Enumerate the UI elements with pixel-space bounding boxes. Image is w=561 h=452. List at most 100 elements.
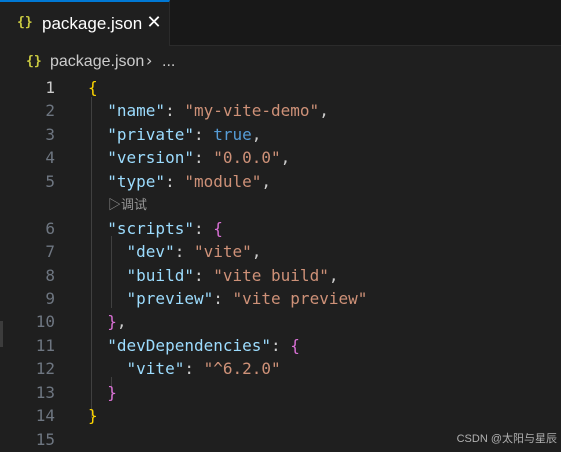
code-token: "preview": [126, 289, 214, 308]
code-token: :: [193, 125, 214, 144]
code-token: {: [213, 219, 223, 238]
code-text: }: [88, 404, 98, 427]
code-line: 14}: [0, 404, 561, 427]
code-text: }: [88, 381, 117, 404]
close-icon[interactable]: ✕: [144, 12, 164, 34]
code-text: "name": "my-vite-demo",: [88, 99, 329, 122]
line-number: 14: [35, 406, 55, 425]
code-token: "build": [126, 266, 194, 285]
code-token: :: [271, 336, 291, 355]
code-token: "type": [107, 172, 166, 191]
code-line: 9 "preview": "vite preview": [0, 287, 561, 310]
line-number: 11: [35, 336, 55, 355]
code-token: ,: [251, 242, 262, 261]
code-token: "version": [107, 148, 194, 167]
code-token: true: [213, 125, 252, 144]
code-token: :: [165, 172, 185, 191]
code-line: 1{: [0, 76, 561, 99]
code-token: :: [193, 266, 214, 285]
code-token: :: [184, 359, 204, 378]
code-text: "preview": "vite preview": [88, 287, 368, 310]
json-file-icon: {}: [26, 54, 42, 69]
code-line: 7 "dev": "vite",: [0, 240, 561, 263]
code-token: ,: [328, 266, 339, 285]
line-number: 10: [35, 312, 55, 331]
breadcrumb: {} package.json › ...: [0, 50, 561, 76]
code-token: }: [107, 383, 117, 402]
debug-codelens[interactable]: ▷调试: [108, 194, 147, 213]
line-number: 4: [45, 148, 55, 167]
line-number: 7: [45, 242, 55, 261]
code-text: "scripts": {: [88, 217, 223, 240]
line-number: 1: [45, 78, 55, 97]
code-token: }: [107, 312, 117, 331]
code-token: "vite preview": [232, 289, 368, 308]
code-line: 10 },: [0, 310, 561, 333]
code-line: 2 "name": "my-vite-demo",: [0, 99, 561, 122]
code-line: 4 "version": "0.0.0",: [0, 146, 561, 169]
code-token: :: [193, 148, 214, 167]
line-number: 8: [45, 266, 55, 285]
json-file-icon: {}: [17, 15, 33, 30]
code-token: :: [165, 101, 185, 120]
breadcrumb-file[interactable]: package.json: [50, 53, 144, 71]
code-token: :: [174, 242, 194, 261]
code-line: 6 "scripts": {: [0, 217, 561, 240]
code-line: 11 "devDependencies": {: [0, 334, 561, 357]
tab-label: package.json: [42, 14, 143, 33]
line-number: 6: [45, 219, 55, 238]
line-number: 9: [45, 289, 55, 308]
code-line: 5 "type": "module",: [0, 170, 561, 193]
code-token: }: [88, 406, 98, 425]
breadcrumb-more[interactable]: ...: [162, 53, 175, 71]
code-token: :: [193, 219, 214, 238]
line-number: 5: [45, 172, 55, 191]
code-text: "devDependencies": {: [88, 334, 300, 357]
line-number: 12: [35, 359, 55, 378]
code-token: ,: [116, 312, 127, 331]
code-token: "name": [107, 101, 166, 120]
code-text: "build": "vite build",: [88, 264, 339, 287]
code-token: ,: [261, 172, 272, 191]
code-token: "my-vite-demo": [184, 101, 320, 120]
code-text: },: [88, 310, 127, 333]
code-text: "type": "module",: [88, 170, 271, 193]
code-line: 3 "private": true,: [0, 123, 561, 146]
code-editor[interactable]: ▷调试 1{2 "name": "my-vite-demo", 3 "privat…: [0, 76, 561, 452]
code-token: "vite": [126, 359, 185, 378]
code-text: "private": true,: [88, 123, 261, 146]
line-number: 2: [45, 101, 55, 120]
code-token: "dev": [126, 242, 175, 261]
code-token: :: [213, 289, 233, 308]
watermark: CSDN @太阳与星辰: [456, 433, 557, 445]
chevron-right-icon: ›: [146, 51, 153, 70]
code-token: "private": [107, 125, 194, 144]
code-token: "^6.2.0": [203, 359, 281, 378]
code-line: 12 "vite": "^6.2.0": [0, 357, 561, 380]
tab-package-json[interactable]: {} package.json ✕: [0, 0, 170, 46]
tab-bar: {} package.json ✕: [0, 0, 561, 46]
line-number: 13: [35, 383, 55, 402]
code-line: 8 "build": "vite build",: [0, 264, 561, 287]
code-text: "dev": "vite",: [88, 240, 262, 263]
code-token: ,: [280, 148, 291, 167]
code-token: ,: [251, 125, 262, 144]
code-token: "0.0.0": [213, 148, 281, 167]
code-token: "vite build": [213, 266, 329, 285]
code-text: "version": "0.0.0",: [88, 146, 290, 169]
line-number: 15: [35, 430, 55, 449]
code-token: "module": [184, 172, 262, 191]
code-token: "devDependencies": [107, 336, 272, 355]
